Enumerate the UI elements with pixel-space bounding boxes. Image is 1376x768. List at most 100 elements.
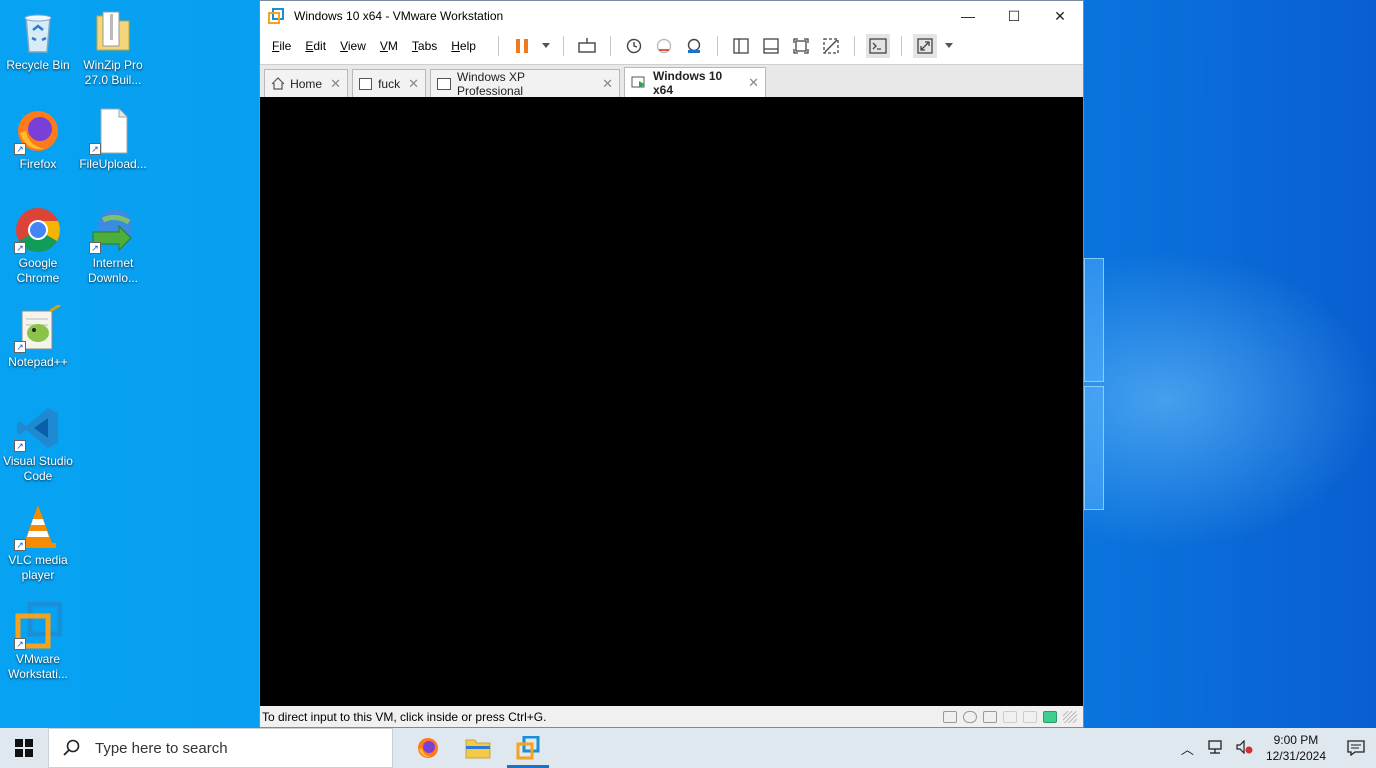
desktop-icon-recycle-bin[interactable]: Recycle Bin bbox=[1, 8, 75, 73]
status-bar: To direct input to this VM, click inside… bbox=[260, 706, 1083, 727]
recycle-bin-label: Recycle Bin bbox=[6, 58, 70, 72]
desktop-icon-vlc[interactable]: ↗ VLC media player bbox=[1, 503, 75, 583]
notification-center-button[interactable] bbox=[1336, 728, 1376, 768]
tab-home[interactable]: Home ✕ bbox=[264, 69, 348, 97]
shortcut-arrow-icon: ↗ bbox=[14, 143, 26, 155]
vmware-workstation-icon bbox=[516, 736, 540, 760]
vmware-window[interactable]: Windows 10 x64 - VMware Workstation — ☐ … bbox=[259, 0, 1084, 728]
thumbnail-bar-button[interactable] bbox=[759, 34, 783, 58]
desktop-icon-winzip[interactable]: WinZip Pro 27.0 Buil... bbox=[76, 8, 150, 88]
menu-vm[interactable]: VM bbox=[380, 39, 398, 53]
toolbar-separator bbox=[900, 36, 902, 56]
minimize-button[interactable]: — bbox=[945, 1, 991, 31]
network-icon[interactable] bbox=[1206, 739, 1224, 757]
message-log-icon[interactable] bbox=[1043, 710, 1057, 723]
shortcut-arrow-icon: ↗ bbox=[89, 143, 101, 155]
console-view-button[interactable] bbox=[865, 34, 890, 58]
sidebar-layout-icon bbox=[733, 38, 749, 54]
pause-icon bbox=[515, 39, 528, 53]
clock[interactable]: 9:00 PM 12/31/2024 bbox=[1266, 732, 1326, 764]
tab-close-icon[interactable]: ✕ bbox=[408, 76, 419, 92]
start-button[interactable] bbox=[0, 728, 48, 768]
search-input[interactable] bbox=[95, 739, 375, 757]
firefox-label: Firefox bbox=[19, 157, 57, 171]
firefox-icon: ↗ bbox=[14, 107, 62, 155]
stretch-view-button[interactable] bbox=[912, 34, 937, 58]
stretch-icon bbox=[917, 38, 933, 54]
tab-close-icon[interactable]: ✕ bbox=[330, 76, 341, 92]
revert-snapshot-button[interactable] bbox=[652, 34, 676, 58]
full-screen-button[interactable] bbox=[789, 34, 813, 58]
network-adapter-icon[interactable] bbox=[983, 710, 997, 723]
tab-label: Windows XP Professional bbox=[457, 69, 525, 98]
recycle-bin-icon bbox=[14, 8, 62, 56]
window-titlebar[interactable]: Windows 10 x64 - VMware Workstation — ☐ … bbox=[260, 1, 1083, 31]
sound-card-icon[interactable] bbox=[1023, 710, 1037, 723]
notepad-plus-plus-icon: ↗ bbox=[14, 303, 62, 353]
desktop-icon-notepadpp[interactable]: ↗ Notepad++ bbox=[1, 303, 75, 370]
toolbar-separator bbox=[853, 36, 855, 56]
shortcut-arrow-icon: ↗ bbox=[14, 440, 26, 452]
wallpaper-logo-pane bbox=[1084, 386, 1104, 510]
desktop-icon-vscode[interactable]: ↗ Visual Studio Code bbox=[1, 404, 75, 484]
desktop-icon-chrome[interactable]: ↗ Google Chrome bbox=[1, 206, 75, 286]
show-library-button[interactable] bbox=[729, 34, 753, 58]
desktop-icon-idm[interactable]: ↗ Internet Downlo... bbox=[76, 206, 150, 286]
idm-label: Internet Downlo... bbox=[87, 256, 139, 285]
winzip-folder-icon bbox=[89, 8, 137, 56]
menu-help[interactable]: Help bbox=[451, 39, 476, 53]
taskbar-firefox[interactable] bbox=[403, 728, 453, 768]
tab-label: Home bbox=[290, 76, 323, 91]
menu-view[interactable]: View bbox=[340, 39, 366, 53]
usb-icon[interactable] bbox=[1003, 710, 1017, 723]
maximize-button[interactable]: ☐ bbox=[991, 1, 1037, 31]
send-ctrl-alt-del-button[interactable] bbox=[575, 34, 599, 58]
status-text: To direct input to this VM, click inside… bbox=[262, 709, 547, 724]
thumbnail-layout-icon bbox=[763, 38, 779, 54]
clock-icon bbox=[626, 38, 642, 54]
desktop-icon-firefox[interactable]: ↗ Firefox bbox=[1, 107, 75, 172]
tab-strip: Home ✕ fuck ✕ Windows XP Professional ✕ … bbox=[260, 64, 1083, 98]
desktop-icon-vmware[interactable]: ↗ VMware Workstati... bbox=[1, 601, 75, 682]
snapshot-button[interactable] bbox=[622, 34, 646, 58]
unity-button[interactable] bbox=[819, 34, 843, 58]
volume-muted-icon[interactable] bbox=[1236, 739, 1254, 757]
power-dropdown-button[interactable] bbox=[540, 34, 552, 58]
snapshot-manager-button[interactable] bbox=[682, 34, 706, 58]
notification-icon bbox=[1347, 740, 1365, 756]
resize-grip-icon[interactable] bbox=[1063, 710, 1077, 723]
shortcut-arrow-icon: ↗ bbox=[14, 341, 26, 353]
menu-file[interactable]: File bbox=[272, 39, 291, 53]
vmware-label: VMware Workstati... bbox=[8, 652, 68, 681]
taskbar-file-explorer[interactable] bbox=[453, 728, 503, 768]
folder-icon bbox=[465, 739, 491, 759]
hard-disk-icon[interactable] bbox=[943, 710, 957, 723]
vscode-label: Visual Studio Code bbox=[3, 454, 73, 483]
tab-windows-xp[interactable]: Windows XP Professional ✕ bbox=[430, 69, 620, 98]
search-icon bbox=[63, 739, 80, 756]
menu-edit[interactable]: Edit bbox=[305, 39, 326, 53]
keyboard-icon bbox=[578, 38, 596, 53]
taskbar-search-box[interactable] bbox=[48, 728, 393, 768]
shortcut-arrow-icon: ↗ bbox=[14, 638, 26, 650]
system-tray: ︿ 9:00 PM 12/31/2024 bbox=[1175, 728, 1376, 768]
menu-tabs[interactable]: Tabs bbox=[412, 39, 437, 53]
chevron-up-icon[interactable]: ︿ bbox=[1181, 739, 1194, 758]
tab-fuck[interactable]: fuck ✕ bbox=[352, 69, 426, 97]
taskbar-vmware[interactable] bbox=[503, 728, 553, 768]
shortcut-arrow-icon: ↗ bbox=[14, 242, 26, 254]
fileupload-label: FileUpload... bbox=[79, 157, 147, 171]
toolbar-separator bbox=[716, 36, 718, 56]
close-button[interactable]: ✕ bbox=[1037, 1, 1083, 31]
file-icon: ↗ bbox=[89, 107, 137, 155]
desktop-icon-fileupload[interactable]: ↗ FileUpload... bbox=[76, 107, 150, 172]
pause-button[interactable] bbox=[510, 34, 534, 58]
stretch-dropdown-button[interactable] bbox=[943, 34, 955, 58]
vm-running-icon bbox=[631, 76, 645, 88]
vlc-cone-icon: ↗ bbox=[14, 503, 62, 551]
tab-close-icon[interactable]: ✕ bbox=[602, 76, 613, 92]
vm-console-display[interactable] bbox=[260, 97, 1083, 707]
tab-close-icon[interactable]: ✕ bbox=[748, 75, 759, 91]
cd-drive-icon[interactable] bbox=[963, 710, 977, 723]
tab-windows-10[interactable]: Windows 10 x64 ✕ bbox=[624, 67, 766, 97]
